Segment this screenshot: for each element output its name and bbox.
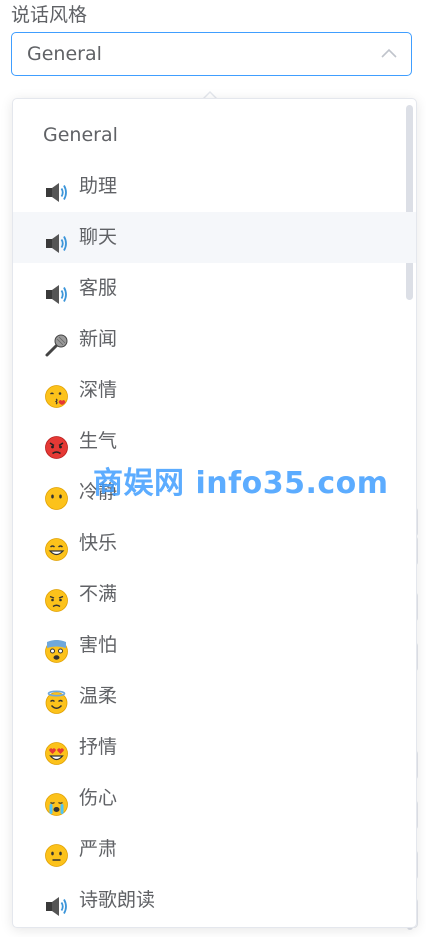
calm-face-icon: [44, 480, 69, 510]
option-item[interactable]: 不满: [13, 569, 416, 620]
option-group-title: General: [43, 124, 118, 146]
fearful-face-icon: [44, 633, 69, 663]
option-item[interactable]: 冷静: [13, 467, 416, 518]
option-item[interactable]: 助理: [13, 161, 416, 212]
option-item[interactable]: 伤心: [13, 773, 416, 824]
option-item[interactable]: 诗歌朗读: [13, 875, 416, 926]
option-label: 害怕: [79, 634, 118, 656]
option-list: General 助理聊天客服新闻深情生气冷静快乐不满害怕温柔抒情伤心严肃诗歌朗读: [13, 110, 416, 926]
option-label: 快乐: [79, 532, 118, 554]
chevron-up-icon[interactable]: [381, 47, 397, 59]
option-item[interactable]: 新闻: [13, 314, 416, 365]
speaker-icon: [44, 174, 69, 202]
select-value: General: [27, 43, 102, 65]
heart-eyes-face-icon: [44, 735, 69, 765]
angry-face-icon: [44, 429, 69, 459]
option-item[interactable]: 聊天: [13, 212, 416, 263]
option-label: 诗歌朗读: [79, 889, 156, 911]
speaking-style-select[interactable]: General: [11, 32, 412, 76]
option-label: 抒情: [79, 736, 118, 758]
annoyed-face-icon: [44, 582, 69, 612]
style-dropdown-menu: General 助理聊天客服新闻深情生气冷静快乐不满害怕温柔抒情伤心严肃诗歌朗读: [12, 98, 417, 928]
option-label: 冷静: [79, 481, 118, 503]
option-label: 助理: [79, 175, 118, 197]
option-item[interactable]: 生气: [13, 416, 416, 467]
option-label: 伤心: [79, 787, 118, 809]
crying-face-icon: [44, 786, 69, 816]
speaking-style-label: 说话风格: [11, 4, 88, 26]
option-label: 聊天: [79, 226, 118, 248]
option-item[interactable]: 深情: [13, 365, 416, 416]
option-item[interactable]: 严肃: [13, 824, 416, 875]
speaker-icon: [44, 888, 69, 916]
option-item[interactable]: 害怕: [13, 620, 416, 671]
option-label: 不满: [79, 583, 118, 605]
grinning-face-icon: [44, 531, 69, 561]
option-item[interactable]: 抒情: [13, 722, 416, 773]
option-label: 客服: [79, 277, 118, 299]
option-label: 深情: [79, 379, 118, 401]
smiling-halo-face-icon: [44, 684, 69, 714]
option-item[interactable]: 客服: [13, 263, 416, 314]
option-label: 生气: [79, 430, 118, 452]
option-label: 温柔: [79, 685, 118, 707]
option-item[interactable]: 温柔: [13, 671, 416, 722]
speaker-icon: [44, 225, 69, 253]
kissing-face-icon: [44, 378, 69, 408]
page: 说话风格 General General 助理聊天客服新闻深情生气冷静快乐不满害…: [0, 0, 426, 937]
option-label: 新闻: [79, 328, 118, 350]
neutral-face-icon: [44, 837, 69, 867]
microphone-icon: [44, 327, 69, 357]
option-label: 严肃: [79, 838, 118, 860]
option-item[interactable]: 快乐: [13, 518, 416, 569]
speaker-icon: [44, 276, 69, 304]
